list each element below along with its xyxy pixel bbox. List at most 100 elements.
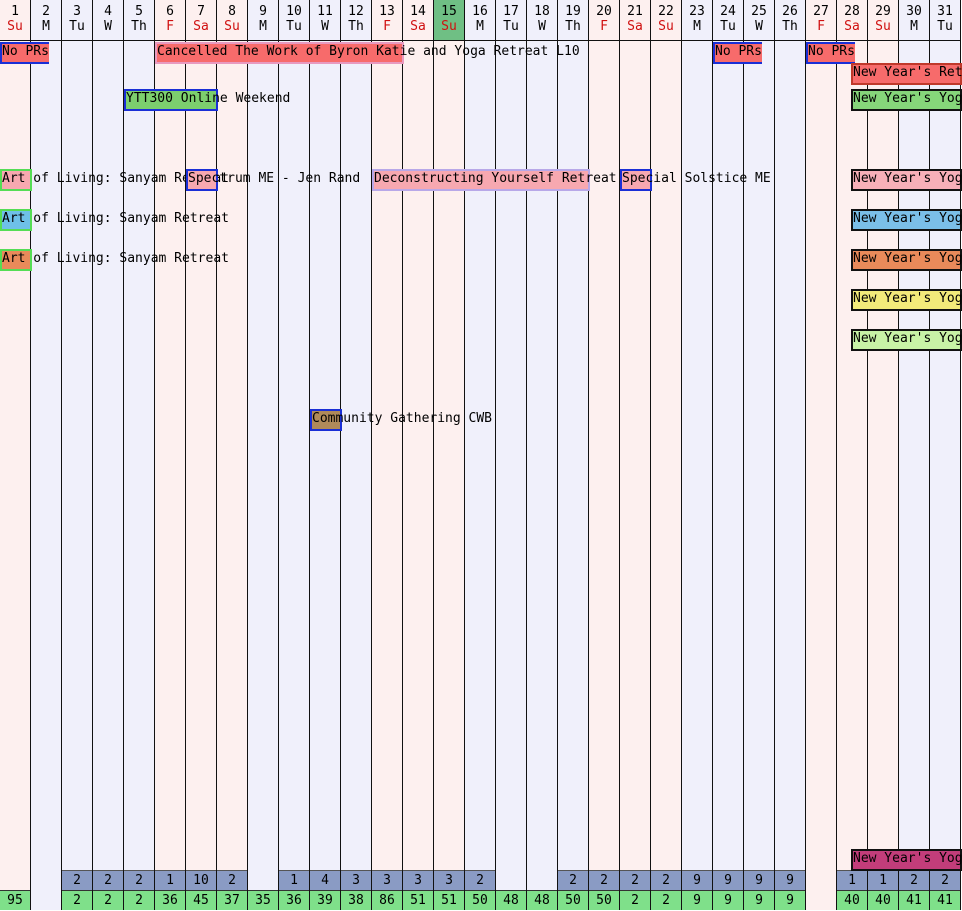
day-column-31[interactable]: 31 Tu 2 41 [930,0,961,910]
day-count-total: 51 [434,890,464,910]
calendar-event[interactable]: No PRs [713,42,762,64]
day-header[interactable]: 29 Su [868,0,898,41]
day-number: 2 [42,4,50,19]
event-label: New Year's Yoga [853,851,962,866]
day-column-8[interactable]: 8 Su 2 37 [217,0,248,910]
day-column-12[interactable]: 12 Th 3 38 [341,0,372,910]
day-column-30[interactable]: 30 M 2 41 [899,0,930,910]
day-header[interactable]: 6F [155,0,185,41]
day-header[interactable]: 10 Tu [279,0,309,41]
calendar-event[interactable]: New Year's Yoga [837,169,962,191]
calendar-event[interactable]: New Year's Yoga [837,209,962,231]
day-header[interactable]: 17 Tu [496,0,526,41]
day-header[interactable]: 12 Th [341,0,371,41]
day-column-7[interactable]: 7 Sa 10 45 [186,0,217,910]
day-header[interactable]: 13 F [372,0,402,41]
calendar-event[interactable]: Special Solstice ME [620,169,771,191]
calendar-event[interactable]: New Year's Yoga [837,289,962,311]
day-header[interactable]: 1 Su [0,0,30,41]
day-header[interactable]: 5 Th [124,0,154,41]
day-column-3[interactable]: 3 Tu 2 2 [62,0,93,910]
calendar-event[interactable]: Spectrum ME - Jen Rand [186,169,360,191]
day-column-14[interactable]: 14 Sa 3 51 [403,0,434,910]
calendar-event[interactable]: New Year's Yoga [837,329,962,351]
day-header[interactable]: 2M [31,0,61,41]
day-of-week: Th [131,19,147,34]
day-column-11[interactable]: 11 W 4 39 [310,0,341,910]
calendar-event[interactable]: Art of Living: Sanyam Retreat [0,249,229,271]
day-column-26[interactable]: 26 Th 9 9 [775,0,806,910]
day-count-total: 39 [310,890,340,910]
calendar-event[interactable]: New Year's Yoga [837,249,962,271]
day-header[interactable]: 24 Tu [713,0,743,41]
calendar-event[interactable]: New Year's Yoga [837,89,962,111]
day-column-29[interactable]: 29 Su 1 40 [868,0,899,910]
day-number: 29 [875,4,891,19]
day-column-6[interactable]: 6 F 1 36 [155,0,186,910]
day-column-28[interactable]: 28 Sa 1 40 [837,0,868,910]
day-count-secondary: 3 [372,870,402,890]
calendar-event[interactable]: Deconstructing Yourself Retreat [372,169,617,191]
day-column-23[interactable]: 23 M 9 9 [682,0,713,910]
day-of-week: W [104,19,112,34]
day-header[interactable]: 14 Sa [403,0,433,41]
day-of-week: Tu [937,19,953,34]
day-count-secondary: 2 [62,870,92,890]
day-header[interactable]: 8 Su [217,0,247,41]
day-column-2[interactable]: 2M [31,0,62,910]
day-header[interactable]: 25 W [744,0,774,41]
calendar-event[interactable]: New Year's Retreat [837,63,962,85]
day-column-5[interactable]: 5 Th 2 2 [124,0,155,910]
day-header[interactable]: 21 Sa [620,0,650,41]
day-column-19[interactable]: 19 Th 2 50 [558,0,589,910]
day-column-16[interactable]: 16 M 2 50 [465,0,496,910]
day-header[interactable]: 15 Su [434,0,464,41]
day-header[interactable]: 18 W [527,0,557,41]
day-column-24[interactable]: 24 Tu 9 9 [713,0,744,910]
day-header[interactable]: 26 Th [775,0,805,41]
day-header[interactable]: 22 Su [651,0,681,41]
day-header[interactable]: 7 Sa [186,0,216,41]
day-header[interactable]: 4W [93,0,123,41]
calendar-event[interactable]: YTT300 Online Weekend [124,89,290,111]
day-header[interactable]: 28 Sa [837,0,867,41]
day-column-25[interactable]: 25 W 9 9 [744,0,775,910]
calendar-event[interactable]: Community Gathering CWB [310,409,492,431]
day-of-week: W [538,19,546,34]
day-column-18[interactable]: 18 W 48 [527,0,558,910]
day-column-4[interactable]: 4W 22 [93,0,124,910]
day-count-total: 41 [899,890,929,910]
calendar-event[interactable]: No PRs [806,42,855,64]
day-count-total: 51 [403,890,433,910]
day-header[interactable]: 27 F [806,0,836,41]
day-number: 27 [813,4,829,19]
day-header[interactable]: 31 Tu [930,0,960,41]
day-header[interactable]: 3 Tu [62,0,92,41]
day-column-20[interactable]: 20 F 2 50 [589,0,620,910]
day-column-9[interactable]: 9 M 35 [248,0,279,910]
day-column-27[interactable]: 27 F [806,0,837,910]
day-header[interactable]: 11 W [310,0,340,41]
day-column-13[interactable]: 13 F 3 86 [372,0,403,910]
day-count-total: 2 [620,890,650,910]
day-count-total: 40 [837,890,867,910]
day-column-21[interactable]: 21 Sa 2 2 [620,0,651,910]
calendar-event[interactable]: New Year's Yoga [837,849,962,871]
day-header[interactable]: 23 M [682,0,712,41]
day-header[interactable]: 19 Th [558,0,588,41]
day-column-1[interactable]: 1 Su 95 [0,0,31,910]
day-column-15[interactable]: 15 Su 3 51 [434,0,465,910]
calendar-event[interactable]: Cancelled The Work of Byron Katie and Yo… [155,42,580,64]
day-header[interactable]: 30 M [899,0,929,41]
day-column-22[interactable]: 22 Su 2 2 [651,0,682,910]
day-header[interactable]: 20 F [589,0,619,41]
event-label: Spectrum ME - Jen Rand [188,171,361,186]
event-label: Art of Living: Sanyam Retreat [2,211,229,226]
day-column-17[interactable]: 17 Tu 48 [496,0,527,910]
calendar-event[interactable]: Art of Living: Sanyam Retreat [0,209,229,231]
calendar-event[interactable]: No PRs [0,42,49,64]
day-column-10[interactable]: 10 Tu 1 36 [279,0,310,910]
day-of-week: Su [875,19,891,34]
day-header[interactable]: 16 M [465,0,495,41]
day-header[interactable]: 9M [248,0,278,41]
